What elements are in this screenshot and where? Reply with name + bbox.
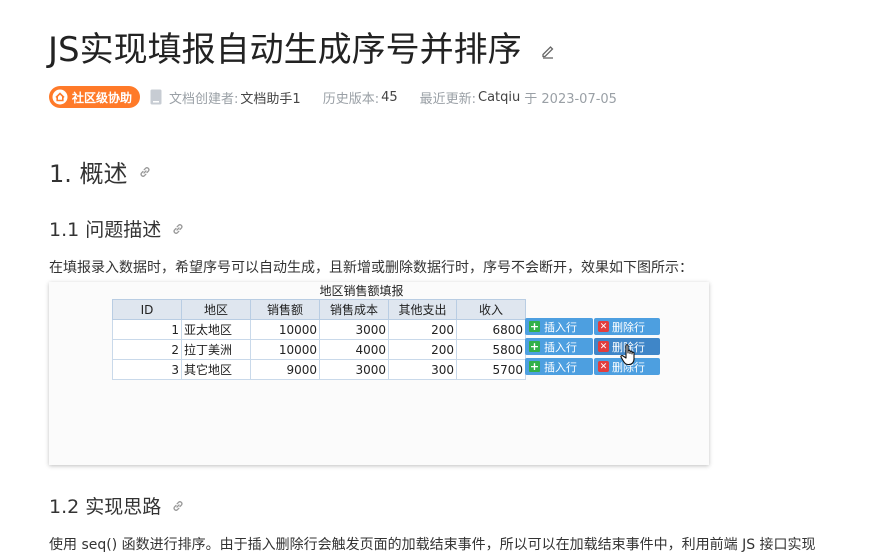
badge-label: 社区级协助 <box>72 90 133 105</box>
column-header: 销售额 <box>250 299 320 320</box>
cell-income[interactable]: 5800 <box>456 339 526 360</box>
cell-cost[interactable]: 4000 <box>319 339 389 360</box>
approach-heading-text: 1.2 实现思路 <box>49 496 162 518</box>
problem-heading-text: 1.1 问题描述 <box>49 219 162 241</box>
cell-cost[interactable]: 3000 <box>319 319 389 340</box>
plus-icon: + <box>529 320 540 333</box>
plus-icon: + <box>529 340 540 353</box>
close-icon: ✕ <box>598 341 609 352</box>
insert-row-button[interactable]: + 插入行 <box>525 338 593 355</box>
cell-id[interactable]: 3 <box>112 359 182 380</box>
cell-sales[interactable]: 10000 <box>250 319 320 340</box>
approach-paragraph: 使用 seq() 函数进行排序。由于插入删除行会触发页面的加载结束事件，所以可以… <box>49 537 816 553</box>
link-icon[interactable] <box>171 222 185 236</box>
cell-id[interactable]: 1 <box>112 319 182 340</box>
overview-heading-text: 1. 概述 <box>49 160 128 188</box>
doc-meta: 社区级协助 文档创建者: 文档助手1 历史版本: 45 最近更新: Catqiu… <box>49 86 617 108</box>
insert-row-label: 插入行 <box>544 340 577 354</box>
edit-icon[interactable] <box>540 43 556 59</box>
version-number[interactable]: 45 <box>381 90 398 105</box>
updated-label: 最近更新: <box>419 91 477 107</box>
cell-sales[interactable]: 9000 <box>250 359 320 380</box>
home-icon <box>52 89 68 105</box>
insert-row-label: 插入行 <box>544 320 577 334</box>
section-overview-heading: 1. 概述 <box>49 154 152 189</box>
section-approach-heading: 1.2 实现思路 <box>49 492 185 519</box>
example-screenshot: 地区销售额填报 ID 地区 销售额 销售成本 其他支出 收入 1 亚太地区 10… <box>49 282 709 465</box>
plus-icon: + <box>529 360 540 373</box>
document-icon <box>150 89 162 105</box>
version-label: 历史版本: <box>322 91 380 107</box>
support-badge[interactable]: 社区级协助 <box>49 86 141 108</box>
updated-date: 于 2023-07-05 <box>524 91 617 107</box>
page-title: JS实现填报自动生成序号并排序 <box>48 30 522 70</box>
link-icon[interactable] <box>171 499 185 513</box>
cell-income[interactable]: 5700 <box>456 359 526 380</box>
updated-by[interactable]: Catqiu <box>478 90 520 105</box>
title-row: JS实现填报自动生成序号并排序 <box>48 22 556 71</box>
column-header: 地区 <box>181 299 251 320</box>
cell-region[interactable]: 亚太地区 <box>181 319 251 340</box>
close-icon: ✕ <box>598 321 609 332</box>
insert-row-button[interactable]: + 插入行 <box>525 358 593 375</box>
cell-other[interactable]: 300 <box>388 359 457 380</box>
report-title: 地区销售额填报 <box>319 284 404 298</box>
delete-row-label: 删除行 <box>612 320 645 334</box>
column-header: ID <box>112 299 182 320</box>
sales-table: ID 地区 销售额 销售成本 其他支出 收入 1 亚太地区 10000 3000… <box>112 299 526 380</box>
cell-region[interactable]: 拉丁美洲 <box>181 339 251 360</box>
cell-income[interactable]: 6800 <box>456 319 526 340</box>
cell-region[interactable]: 其它地区 <box>181 359 251 380</box>
insert-row-button[interactable]: + 插入行 <box>525 318 593 335</box>
creator-name[interactable]: 文档助手1 <box>240 88 300 107</box>
table-row: 2 拉丁美洲 10000 4000 200 5800 <box>112 339 526 360</box>
link-icon[interactable] <box>138 165 152 179</box>
insert-row-label: 插入行 <box>544 360 577 374</box>
table-row: 3 其它地区 9000 3000 300 5700 <box>112 359 526 380</box>
column-header: 其他支出 <box>388 299 457 320</box>
delete-row-button[interactable]: ✕ 删除行 <box>594 318 660 335</box>
column-header: 收入 <box>456 299 526 320</box>
doc-page: JS实现填报自动生成序号并排序 社区级协助 文档创建者: 文档助手1 历史版本:… <box>0 0 885 554</box>
cell-cost[interactable]: 3000 <box>319 359 389 380</box>
cell-other[interactable]: 200 <box>388 339 457 360</box>
close-icon: ✕ <box>598 361 609 372</box>
cell-sales[interactable]: 10000 <box>250 339 320 360</box>
cell-id[interactable]: 2 <box>112 339 182 360</box>
table-header-row: ID 地区 销售额 销售成本 其他支出 收入 <box>112 299 526 320</box>
creator-label: 文档创建者: <box>169 91 239 107</box>
cell-other[interactable]: 200 <box>388 319 457 340</box>
section-problem-heading: 1.1 问题描述 <box>49 215 185 242</box>
column-header: 销售成本 <box>319 299 389 320</box>
hand-cursor-icon <box>620 344 635 366</box>
problem-paragraph: 在填报录入数据时，希望序号可以自动生成，且新增或删除数据行时，序号不会断开，效果… <box>49 260 693 276</box>
table-row: 1 亚太地区 10000 3000 200 6800 <box>112 319 526 340</box>
